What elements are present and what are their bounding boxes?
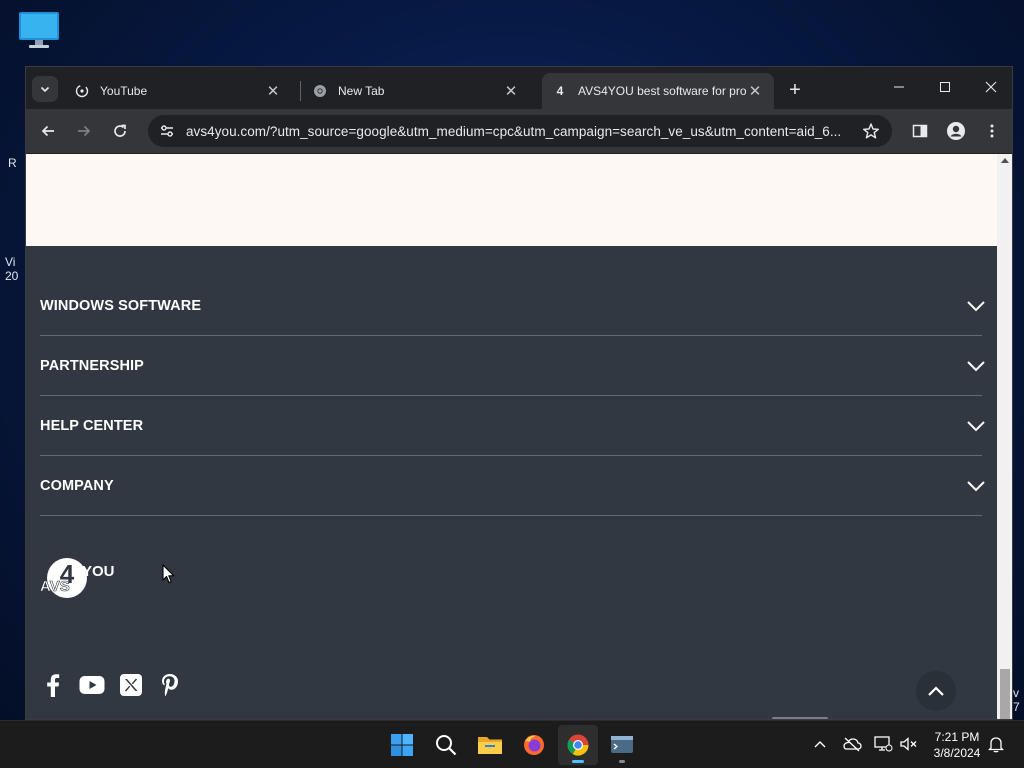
onedrive-offline-icon[interactable] [841, 733, 863, 755]
youtube-favicon-icon [74, 83, 90, 99]
desktop-label-fragment: R [8, 156, 17, 170]
file-explorer-icon[interactable] [470, 725, 510, 765]
back-button[interactable] [34, 117, 62, 145]
url-text[interactable]: avs4you.com/?utm_source=google&utm_mediu… [186, 124, 856, 139]
mouse-pointer-icon [162, 564, 176, 584]
minimize-button[interactable] [876, 67, 922, 107]
close-tab-icon[interactable]: ✕ [746, 82, 764, 100]
tab-search-button[interactable] [32, 76, 58, 102]
kebab-menu-icon [990, 124, 994, 138]
vertical-scrollbar[interactable] [997, 154, 1012, 719]
desktop-label-fragment: 20 [5, 269, 19, 283]
chevron-up-icon [928, 686, 944, 696]
active-app-indicator [572, 760, 584, 763]
chrome-favicon-icon [312, 83, 328, 99]
footer-section-label: PARTNERSHIP [40, 357, 144, 374]
tab-title: New Tab [338, 84, 385, 98]
side-panel-icon [912, 124, 928, 138]
tab-divider [300, 81, 301, 101]
pinterest-icon[interactable] [157, 672, 183, 698]
reload-button[interactable] [106, 117, 134, 145]
minimize-icon [894, 86, 904, 88]
windows-start-icon[interactable] [382, 725, 422, 765]
network-icon[interactable] [872, 733, 894, 755]
desktop-computer-icon[interactable] [16, 10, 62, 50]
close-tab-icon[interactable]: ✕ [502, 82, 520, 100]
address-bar[interactable]: avs4you.com/?utm_source=google&utm_mediu… [148, 115, 892, 147]
facebook-icon[interactable] [40, 672, 66, 698]
forward-button[interactable] [70, 117, 98, 145]
chevron-down-icon [966, 476, 986, 496]
chevron-down-icon [40, 86, 50, 93]
footer-section-help-center[interactable]: HELP CENTER [40, 396, 985, 456]
footer-section-company[interactable]: COMPANY [40, 456, 985, 516]
reload-icon [114, 124, 126, 137]
footer-section-partnership[interactable]: PARTNERSHIP [40, 336, 985, 396]
tab-avs4you[interactable]: 4 AVS4YOU best software for pro ✕ [542, 73, 774, 109]
chevron-down-icon [966, 416, 986, 436]
terminal-icon[interactable] [602, 725, 642, 765]
search-icon[interactable] [426, 725, 466, 765]
maximize-button[interactable] [922, 67, 968, 107]
page-viewport: WINDOWS SOFTWARE PARTNERSHIP HELP CENTER… [26, 154, 997, 719]
scroll-to-top-button[interactable] [916, 671, 956, 711]
show-hidden-icons-chevron-up-icon[interactable] [809, 733, 831, 755]
chrome-icon[interactable] [558, 725, 598, 765]
maximize-icon [940, 82, 950, 92]
x-twitter-icon[interactable] [118, 672, 144, 698]
close-tab-icon[interactable]: ✕ [264, 82, 282, 100]
footer-section-label: WINDOWS SOFTWARE [40, 297, 202, 314]
site-settings-icon[interactable] [156, 120, 178, 142]
volume-muted-icon[interactable] [898, 733, 920, 755]
footer-section-label: HELP CENTER [40, 417, 144, 434]
desktop-label-fragment: Vi [5, 255, 16, 269]
footer-section-label: COMPANY [40, 477, 114, 494]
footer-section-windows-software[interactable]: WINDOWS SOFTWARE [40, 276, 985, 336]
scroll-up-arrow-icon[interactable] [1001, 158, 1009, 163]
arrow-right-icon [78, 125, 91, 137]
chevron-down-icon [966, 356, 986, 376]
desktop-label-fragment: v [1013, 686, 1019, 700]
logo-text-right: YOU [82, 563, 114, 580]
notifications-bell-icon[interactable] [985, 733, 1007, 755]
browser-toolbar: avs4you.com/?utm_source=google&utm_mediu… [26, 109, 1012, 153]
profile-avatar-icon [947, 122, 965, 140]
clock-time: 7:21 PM [934, 730, 980, 744]
scrollbar-thumb[interactable] [1000, 669, 1010, 719]
tab-new-tab[interactable]: New Tab ✕ [302, 73, 530, 109]
firefox-icon[interactable] [514, 725, 554, 765]
content-band [26, 154, 997, 246]
avs4you-logo[interactable]: 4 AVS YOU [40, 554, 115, 600]
profile-button[interactable] [942, 117, 970, 145]
taskbar: 7:21 PM 3/8/2024 [0, 720, 1024, 768]
clock-date: 3/8/2024 [933, 746, 981, 760]
youtube-icon[interactable] [78, 672, 106, 698]
tab-youtube[interactable]: YouTube ✕ [64, 73, 292, 109]
chevron-down-icon [966, 296, 986, 316]
tab-title: AVS4YOU best software for pro [578, 84, 746, 98]
side-panel-button[interactable] [906, 117, 934, 145]
avs4you-favicon-icon: 4 [556, 84, 564, 98]
tab-title: YouTube [100, 84, 148, 98]
browser-window: YouTube ✕ New Tab ✕ 4 AVS4YOU best softw… [25, 66, 1013, 720]
arrow-left-icon [41, 125, 54, 137]
running-app-indicator [619, 760, 625, 763]
tab-strip: YouTube ✕ New Tab ✕ 4 AVS4YOU best softw… [26, 67, 1012, 109]
browser-menu-button[interactable] [978, 117, 1006, 145]
system-clock[interactable]: 7:21 PM 3/8/2024 [926, 729, 988, 761]
desktop-label-fragment: 7 [1013, 700, 1020, 714]
close-icon [985, 81, 997, 93]
new-tab-button[interactable]: + [782, 77, 808, 103]
close-window-button[interactable] [968, 67, 1012, 107]
logo-text-left: AVS [40, 578, 70, 595]
bookmark-star-icon[interactable] [856, 116, 886, 146]
